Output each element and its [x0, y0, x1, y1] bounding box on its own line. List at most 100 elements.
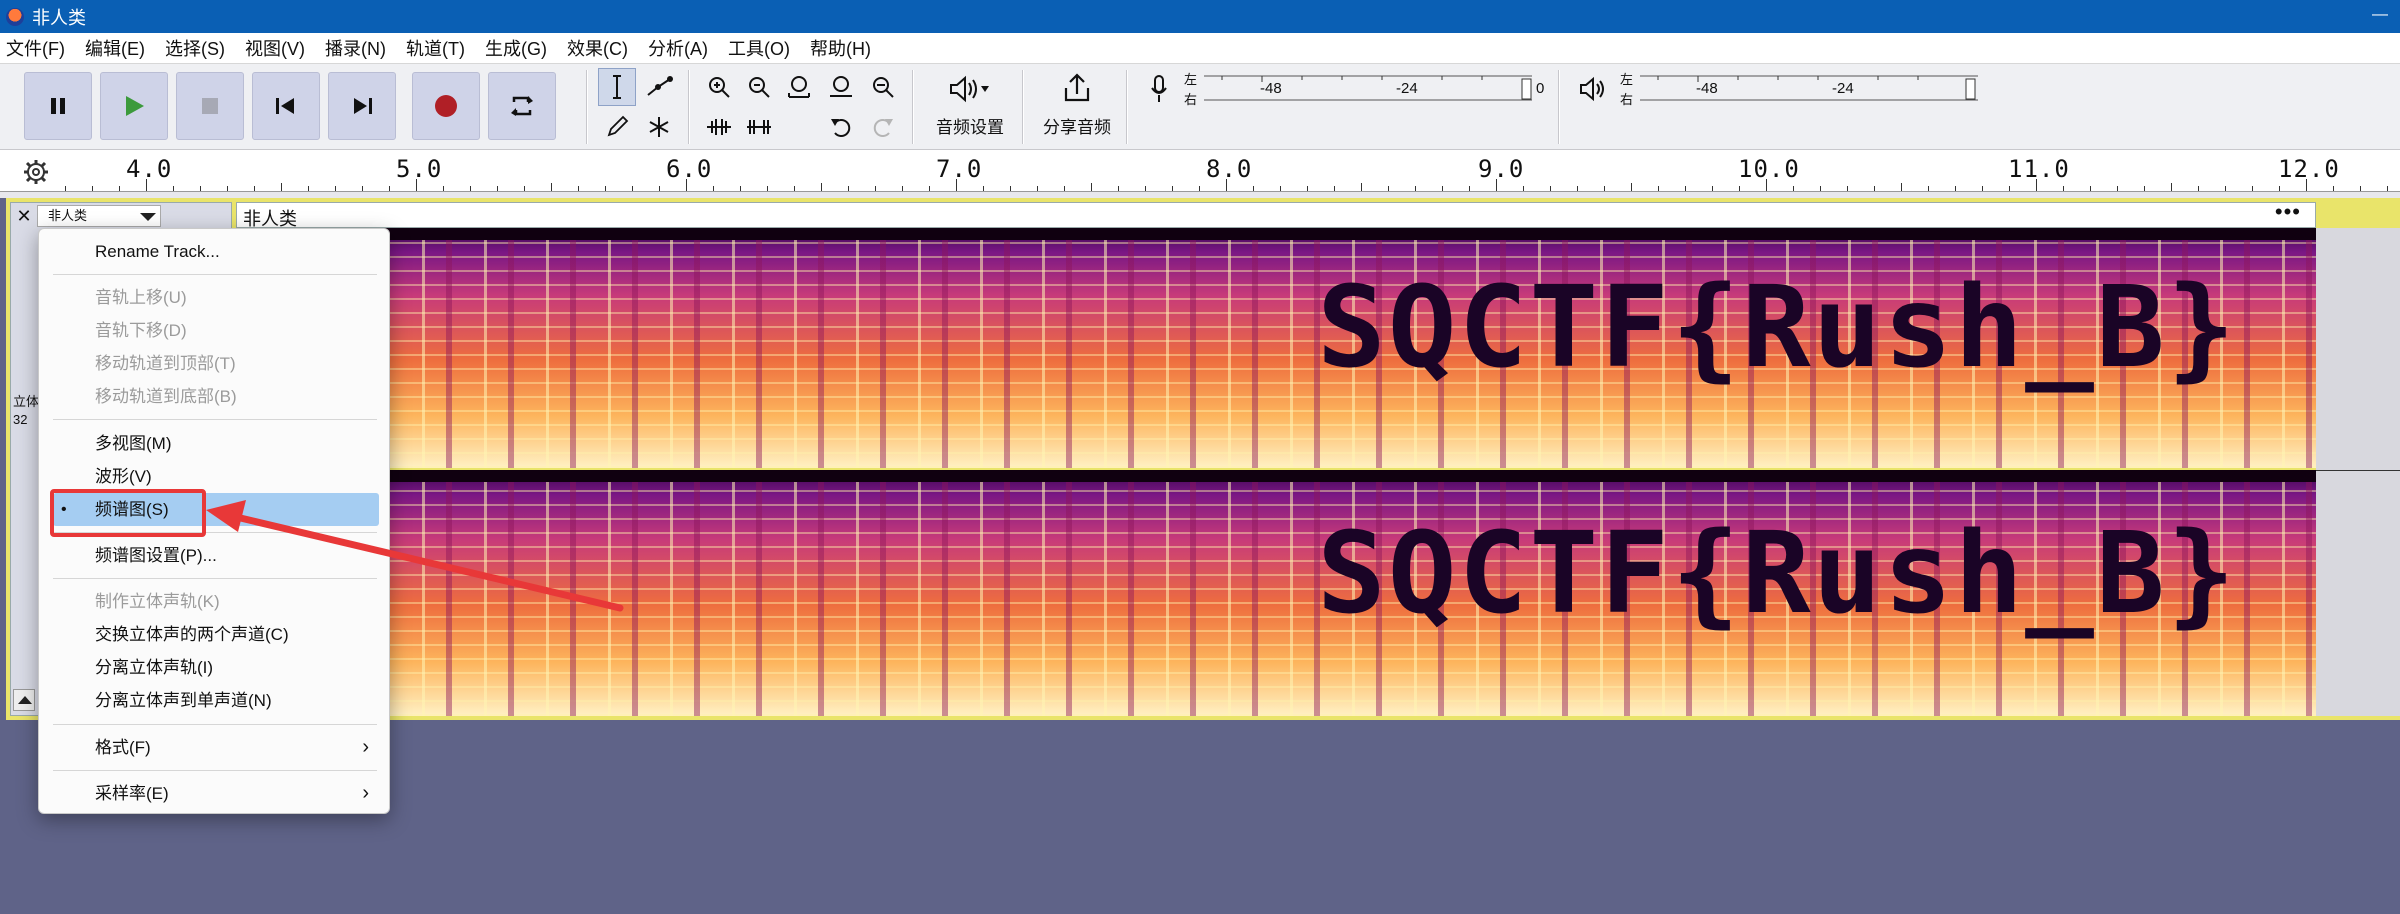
menu-analyze[interactable]: 分析(A)	[648, 35, 708, 61]
timeline-ruler[interactable]: 4.0 5.0 6.0 7.0 8.0 9.0 10.0 11.0 12.0	[0, 150, 2400, 192]
ruler-tick	[578, 186, 579, 191]
channel-right-label: 右	[1620, 92, 1634, 107]
loop-icon	[511, 96, 533, 116]
i-beam-icon	[613, 75, 621, 99]
undo-icon	[831, 119, 851, 137]
close-track-button[interactable]: ✕	[13, 205, 35, 227]
zoom-out-button[interactable]	[740, 68, 778, 106]
menu-item-spectrogram-settings[interactable]: 频谱图设置(P)...	[39, 539, 391, 572]
menu-item-move-to-top: 移动轨道到顶部(T)	[95, 354, 236, 373]
menu-edit[interactable]: 编辑(E)	[85, 35, 145, 61]
ruler-tick	[875, 186, 876, 191]
record-icon	[435, 95, 457, 117]
multi-tool[interactable]	[640, 108, 678, 146]
fit-selection-button[interactable]	[780, 68, 818, 106]
zoom-in-button[interactable]	[700, 68, 738, 106]
ruler-tick	[632, 186, 633, 191]
menu-item-multi-view[interactable]: 多视图(M)	[39, 427, 391, 460]
menu-help[interactable]: 帮助(H)	[810, 35, 871, 61]
playback-meter[interactable]: 左右 -48 -24	[1620, 70, 1990, 114]
ruler-tick	[119, 186, 120, 191]
menu-tools[interactable]: 工具(O)	[728, 35, 790, 61]
spectrogram-channel-left[interactable]: SQCTF{Rush_B}	[236, 228, 2316, 468]
fit-project-button[interactable]	[822, 68, 860, 106]
title-bar: 非人类 —	[0, 0, 2400, 33]
stop-button[interactable]	[176, 72, 244, 140]
playback-meter-button[interactable]	[1574, 70, 1612, 108]
ruler-tick	[1226, 179, 1227, 191]
track-name-dropdown[interactable]: 非人类	[37, 205, 161, 227]
ruler-tick	[1388, 186, 1389, 191]
recording-meter[interactable]: 左右 -48 -24 0	[1184, 70, 1550, 114]
menu-item-split-stereo[interactable]: 分离立体声轨(I)	[39, 651, 391, 684]
spectrogram-channel-right[interactable]: SQCTF{Rush_B}	[236, 470, 2316, 716]
play-button[interactable]	[100, 72, 168, 140]
ruler-tick	[1145, 186, 1146, 191]
skip-to-end-button[interactable]	[328, 72, 396, 140]
clip-menu-button[interactable]: •••	[2275, 199, 2301, 225]
share-audio-button[interactable]: 分享音频	[1034, 68, 1120, 144]
selection-tool[interactable]	[598, 68, 636, 106]
record-meter-button[interactable]	[1140, 70, 1178, 108]
menu-divider	[53, 724, 377, 725]
ruler-tick	[2117, 186, 2118, 191]
ruler-tick	[902, 186, 903, 191]
track-empty-area[interactable]	[2316, 228, 2400, 716]
minimize-button[interactable]: —	[2372, 6, 2388, 24]
ruler-tick	[2360, 186, 2361, 191]
pause-button[interactable]	[24, 72, 92, 140]
toolbar-separator	[688, 70, 690, 144]
toolbar: 音频设置 分享音频 左右 -48 -24 0 左右 -48 -24	[0, 64, 2400, 150]
ruler-tick	[497, 186, 498, 191]
menu-tracks[interactable]: 轨道(T)	[406, 35, 465, 61]
ruler-tick	[1334, 186, 1335, 191]
ruler-label: 11.0	[2008, 155, 2070, 183]
ruler-tick	[1847, 186, 1848, 191]
rec-meter-tick: -24	[1396, 80, 1418, 97]
menu-view[interactable]: 视图(V)	[245, 35, 305, 61]
draw-tool[interactable]	[598, 108, 636, 146]
undo-button[interactable]	[822, 108, 860, 146]
menu-divider	[53, 770, 377, 771]
track-format-info: 立体 32	[13, 393, 39, 429]
skip-to-start-button[interactable]	[252, 72, 320, 140]
rec-meter-tick: 0	[1536, 80, 1545, 97]
silence-selection-button[interactable]	[740, 108, 778, 146]
menu-item-rename-track[interactable]: Rename Track...	[39, 235, 391, 268]
clip-title-bar[interactable]: 非人类 •••	[236, 199, 2316, 229]
menu-select[interactable]: 选择(S)	[165, 35, 225, 61]
channel-left-label: 左	[1184, 72, 1198, 87]
menu-file[interactable]: 文件(F)	[6, 35, 65, 61]
menu-item-split-to-mono[interactable]: 分离立体声到单声道(N)	[39, 684, 391, 717]
menu-effect[interactable]: 效果(C)	[567, 35, 628, 61]
ruler-tick	[848, 186, 849, 191]
rec-meter-tick: -48	[1260, 80, 1282, 97]
ruler-tick	[767, 186, 768, 191]
envelope-tool[interactable]	[640, 68, 678, 106]
zoom-fit-icon	[830, 76, 852, 97]
track-format-line: 立体	[13, 394, 40, 409]
menu-transport[interactable]: 播录(N)	[325, 35, 386, 61]
menu-item-swap-channels[interactable]: 交换立体声的两个声道(C)	[39, 618, 391, 651]
ruler-tick	[2306, 179, 2307, 191]
collapse-track-button[interactable]	[13, 689, 35, 711]
trim-outside-button[interactable]	[700, 108, 738, 146]
silence-audio-icon	[747, 120, 771, 134]
redo-button[interactable]	[864, 108, 902, 146]
audio-setup-button[interactable]: 音频设置	[924, 68, 1016, 144]
ruler-tick	[659, 186, 660, 191]
loop-button[interactable]	[488, 72, 556, 140]
channel-right-label: 右	[1184, 92, 1198, 107]
ruler-tick	[524, 186, 525, 191]
record-button[interactable]	[412, 72, 480, 140]
menu-generate[interactable]: 生成(G)	[485, 35, 547, 61]
ruler-label: 7.0	[936, 155, 983, 183]
zoom-toggle-button[interactable]	[864, 68, 902, 106]
ruler-tick	[443, 186, 444, 191]
ruler-tick	[605, 186, 606, 191]
gear-icon[interactable]	[22, 158, 50, 186]
menu-item-format[interactable]: 格式(F) ›	[39, 731, 391, 764]
ruler-tick	[146, 179, 147, 191]
menu-item-sample-rate[interactable]: 采样率(E) ›	[39, 777, 391, 810]
ruler-tick	[1658, 186, 1659, 191]
